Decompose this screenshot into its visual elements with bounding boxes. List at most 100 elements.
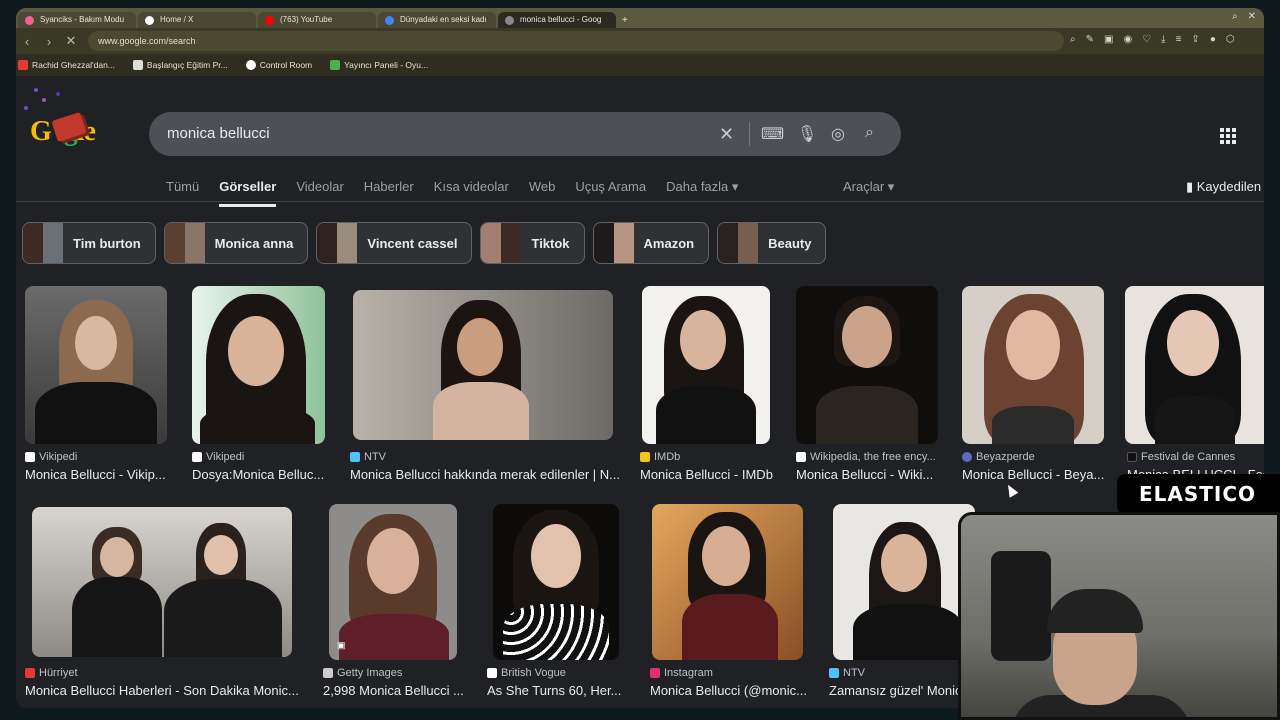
confetti-decoration — [56, 92, 60, 96]
image-result[interactable] — [353, 290, 613, 440]
result-source[interactable]: Wikipedia, the free ency... — [796, 451, 938, 463]
chip-amazon[interactable]: Amazon — [592, 222, 710, 264]
search-input[interactable]: monica bellucci — [167, 125, 270, 142]
account-icon[interactable]: ● — [1210, 34, 1216, 45]
browser-tab[interactable]: Dünyadaki en seksi kadı — [378, 12, 496, 28]
close-icon[interactable]: ✕ — [1248, 11, 1256, 22]
chip-tim-burton[interactable]: Tim burton — [22, 222, 156, 264]
image-result[interactable]: ▣ — [329, 504, 457, 660]
browser-tab-active[interactable]: monica bellucci - Goog — [498, 12, 616, 28]
result-source[interactable]: IMDb — [640, 451, 780, 463]
result-title[interactable]: Monica Bellucci - Beya... — [962, 467, 1112, 482]
bookmark-item[interactable]: Başlangıç Eğitim Pr... — [132, 60, 228, 70]
tab-short-videos[interactable]: Kısa videolar — [434, 179, 509, 207]
microphone-icon[interactable]: 🎙︎ — [797, 124, 817, 144]
wikipedia-icon — [796, 452, 806, 462]
url-bar[interactable]: www.google.com/search — [88, 31, 1064, 51]
tab-flights[interactable]: Uçuş Arama — [575, 179, 646, 207]
chip-beauty[interactable]: Beauty — [717, 222, 827, 264]
result-source[interactable]: Beyazperde — [962, 451, 1112, 463]
divider — [749, 122, 750, 146]
bookmark-icon — [132, 60, 143, 70]
tab-images[interactable]: Görseller — [219, 179, 277, 207]
result-source[interactable]: Hürriyet — [25, 667, 305, 679]
image-result[interactable] — [833, 504, 975, 660]
search-box[interactable]: monica bellucci ✕ ⌨ 🎙︎ ◎ ⌕ — [149, 112, 901, 156]
tab-all[interactable]: Tümü — [166, 179, 199, 207]
result-source[interactable]: British Vogue — [487, 667, 627, 679]
result-title[interactable]: 2,998 Monica Bellucci ... — [323, 683, 465, 698]
ntv-icon — [829, 668, 839, 678]
browser-tab[interactable]: Syanciks - Bakım Modu — [18, 12, 136, 28]
image-result[interactable] — [493, 504, 619, 660]
bookmark-item[interactable]: Yayıncı Paneli - Oyu... — [330, 60, 428, 70]
result-source[interactable]: Instagram — [650, 667, 810, 679]
chip-vincent-cassel[interactable]: Vincent cassel — [316, 222, 473, 264]
clear-icon[interactable]: ✕ — [719, 124, 734, 145]
tab-videos[interactable]: Videolar — [296, 179, 343, 207]
image-result[interactable] — [32, 507, 292, 657]
result-source[interactable]: Vikipedi — [192, 451, 332, 463]
edit-icon[interactable]: ✎ — [1086, 34, 1094, 45]
image-result[interactable] — [796, 286, 938, 444]
extension-icon[interactable]: ⬡ — [1226, 34, 1235, 45]
result-source[interactable]: Getty Images — [323, 667, 465, 679]
browser-tab[interactable]: (763) YouTube — [258, 12, 376, 28]
lens-icon[interactable]: ◎ — [831, 124, 845, 144]
bookmark-item[interactable]: Control Room — [245, 60, 312, 70]
image-result[interactable] — [192, 286, 325, 444]
tools-button[interactable]: Araçlar ▾ — [843, 179, 894, 195]
result-title[interactable]: Monica Bellucci Haberleri - Son Dakika M… — [25, 683, 305, 698]
search-icon[interactable]: ⌕ — [865, 124, 874, 142]
download-icon[interactable]: ⤓ — [1161, 34, 1165, 45]
vogue-icon — [487, 668, 497, 678]
result-source[interactable]: NTV — [829, 667, 969, 679]
result-title[interactable]: Monica Bellucci hakkında merak edilenler… — [350, 467, 620, 482]
result-title[interactable]: Monica Bellucci (@monic... — [650, 683, 810, 698]
result-source[interactable]: Festival de Cannes — [1127, 451, 1264, 463]
image-result[interactable] — [1125, 286, 1264, 444]
source-label: Getty Images — [337, 667, 403, 679]
image-result[interactable] — [962, 286, 1104, 444]
result-title[interactable]: Monica Bellucci - Vikip... — [25, 467, 175, 482]
search-tabs-icon[interactable]: ⌕ — [1232, 11, 1238, 22]
stop-icon[interactable]: ✕ — [60, 33, 82, 49]
heart-icon[interactable]: ♡ — [1142, 34, 1151, 45]
tab-web[interactable]: Web — [529, 179, 556, 207]
x-icon — [145, 16, 154, 25]
back-icon[interactable]: ‹ — [16, 34, 38, 49]
image-result[interactable] — [652, 504, 803, 660]
result-title[interactable]: Dosya:Monica Belluc... — [192, 467, 332, 482]
vpn-icon[interactable]: ◉ — [1123, 34, 1132, 45]
source-label: Hürriyet — [39, 667, 78, 679]
result-title[interactable]: Zamansız güzel' Monic — [829, 683, 969, 698]
imdb-icon — [640, 452, 650, 462]
streamer-brand-logo: ELASTICO — [1117, 474, 1280, 514]
chip-monica-anna[interactable]: Monica anna — [163, 222, 309, 264]
result-title[interactable]: Monica Bellucci - Wiki... — [796, 467, 938, 482]
tab-news[interactable]: Haberler — [364, 179, 414, 207]
browser-tab[interactable]: Home / X — [138, 12, 256, 28]
tab-more[interactable]: Daha fazla ▾ — [666, 179, 738, 207]
result-source[interactable]: NTV — [350, 451, 620, 463]
image-result[interactable] — [25, 286, 167, 444]
camera-icon[interactable]: ▣ — [1104, 34, 1113, 45]
result-title[interactable]: As She Turns 60, Her... — [487, 683, 627, 698]
keyboard-icon[interactable]: ⌨ — [761, 124, 784, 144]
chip-tiktok[interactable]: Tiktok — [480, 222, 585, 264]
apps-grid-icon[interactable] — [1220, 128, 1236, 144]
menu-icon[interactable]: ≡ — [1176, 34, 1182, 45]
saved-button[interactable]: ▮ Kaydedilen — [1186, 179, 1261, 195]
image-result[interactable] — [642, 286, 770, 444]
confetti-decoration — [24, 106, 28, 110]
bookmark-item[interactable]: Rachid Ghezzal'dan... — [18, 60, 115, 70]
bookmark-icon — [18, 60, 28, 70]
search-icon[interactable]: ⌕ — [1070, 34, 1076, 45]
share-icon[interactable]: ⇪ — [1191, 34, 1199, 45]
bookmark-label: Yayıncı Paneli - Oyu... — [344, 60, 429, 70]
bookmarks-bar: Rachid Ghezzal'dan... Başlangıç Eğitim P… — [16, 54, 1264, 76]
result-title[interactable]: Monica Bellucci - IMDb — [640, 467, 780, 482]
new-tab-button[interactable]: + — [622, 15, 628, 28]
result-source[interactable]: Vikipedi — [25, 451, 175, 463]
forward-icon[interactable]: › — [38, 34, 60, 49]
